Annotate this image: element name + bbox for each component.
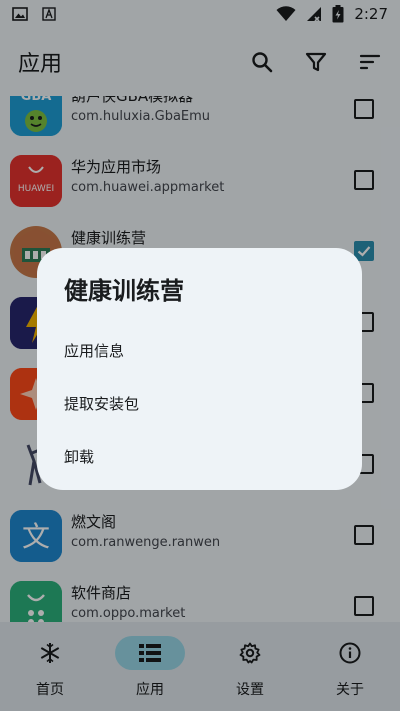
- dialog-item-uninstall[interactable]: 卸载: [64, 446, 94, 467]
- dialog-item-extract-apk[interactable]: 提取安装包: [64, 393, 139, 414]
- app-options-dialog: 健康训练营 应用信息 提取安装包 卸载: [37, 248, 362, 490]
- dialog-title: 健康训练营: [64, 277, 184, 305]
- dialog-item-app-info[interactable]: 应用信息: [64, 340, 124, 361]
